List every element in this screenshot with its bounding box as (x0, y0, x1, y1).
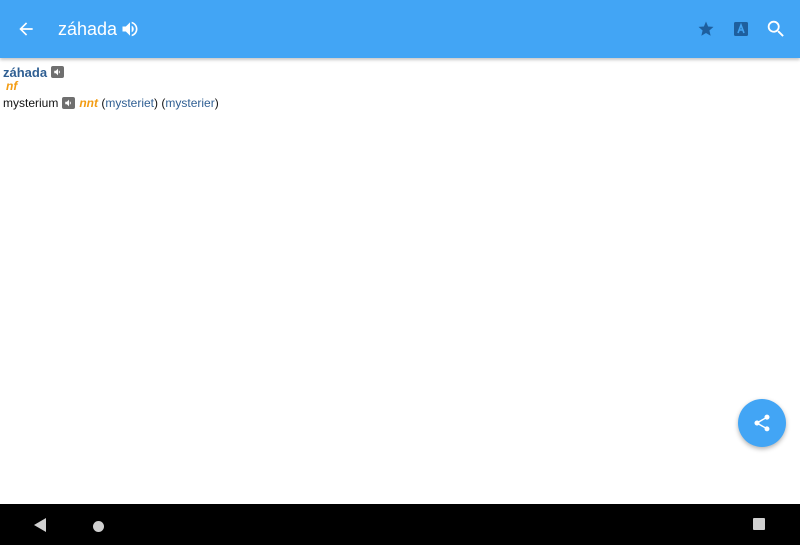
speaker-icon (53, 68, 60, 76)
dictionary-entry: záhada nf mysterium nnt ( mysteriet ) ( … (0, 60, 800, 504)
nav-recents-icon[interactable] (753, 518, 765, 530)
speaker-icon (122, 21, 138, 37)
pronounce-button[interactable] (114, 13, 146, 45)
translation-grammar: nnt (79, 96, 98, 110)
inflection-link-definite[interactable]: mysteriet (105, 96, 154, 110)
system-navigation-bar (0, 504, 800, 545)
app-bar: záhada (0, 0, 800, 58)
favorite-button[interactable] (690, 13, 722, 45)
share-button[interactable] (738, 399, 786, 447)
close-paren: ) (214, 96, 219, 110)
star-icon (698, 21, 714, 36)
headword: záhada (3, 64, 48, 80)
share-icon (754, 414, 770, 432)
translation-word: mysterium (3, 96, 59, 110)
back-button[interactable] (10, 13, 42, 45)
nav-back-icon[interactable] (33, 517, 47, 533)
headword-grammar: nf (6, 79, 18, 93)
search-button[interactable] (760, 13, 792, 45)
nav-home-icon[interactable] (93, 521, 104, 532)
search-icon (767, 20, 784, 37)
headword-speak-button[interactable] (51, 66, 65, 78)
translation-line: mysterium nnt ( mysteriet ) ( mysterier … (3, 95, 219, 111)
speaker-icon (65, 99, 71, 107)
inflection-link-plural[interactable]: mysterier (165, 96, 214, 110)
arrow-back-icon (19, 22, 33, 36)
letter-a-icon (734, 22, 748, 36)
translation-speak-button[interactable] (62, 97, 76, 109)
transliteration-button[interactable] (725, 13, 757, 45)
page-title: záhada (58, 19, 118, 39)
headword-line: záhada (3, 64, 65, 80)
